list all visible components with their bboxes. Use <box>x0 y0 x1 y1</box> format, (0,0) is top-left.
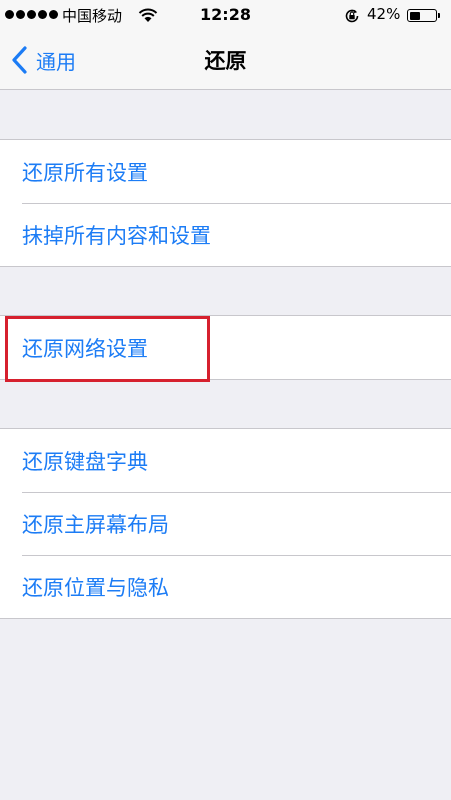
reset-settings-screen: 中国移动 12:28 42% 通用 还原 还原所有设置 抹掉所有内容和设置 还原… <box>0 0 451 800</box>
reset-network-settings-label: 还原网络设置 <box>22 336 148 361</box>
reset-all-settings-row[interactable]: 还原所有设置 <box>0 140 451 203</box>
reset-group-1: 还原所有设置 抹掉所有内容和设置 <box>0 139 451 267</box>
battery-percentage: 42% <box>367 5 401 23</box>
battery-icon <box>407 9 437 22</box>
reset-group-3: 还原键盘字典 还原主屏幕布局 还原位置与隐私 <box>0 428 451 619</box>
erase-all-content-label: 抹掉所有内容和设置 <box>22 223 211 248</box>
reset-group-2: 还原网络设置 <box>0 315 451 380</box>
reset-all-settings-label: 还原所有设置 <box>22 160 148 185</box>
page-title: 还原 <box>204 49 247 73</box>
status-bar: 中国移动 12:28 42% <box>0 0 451 30</box>
reset-keyboard-dictionary-row[interactable]: 还原键盘字典 <box>0 429 451 492</box>
reset-location-privacy-label: 还原位置与隐私 <box>22 575 169 600</box>
reset-home-screen-layout-label: 还原主屏幕布局 <box>22 512 169 537</box>
reset-home-screen-layout-row[interactable]: 还原主屏幕布局 <box>0 492 451 555</box>
navigation-bar: 通用 还原 <box>0 30 451 90</box>
reset-location-privacy-row[interactable]: 还原位置与隐私 <box>0 555 451 618</box>
battery-tip <box>438 13 440 18</box>
reset-keyboard-dictionary-label: 还原键盘字典 <box>22 449 148 474</box>
erase-all-content-row[interactable]: 抹掉所有内容和设置 <box>0 203 451 266</box>
reset-network-settings-row[interactable]: 还原网络设置 <box>0 316 451 379</box>
rotation-lock-icon <box>345 9 359 23</box>
